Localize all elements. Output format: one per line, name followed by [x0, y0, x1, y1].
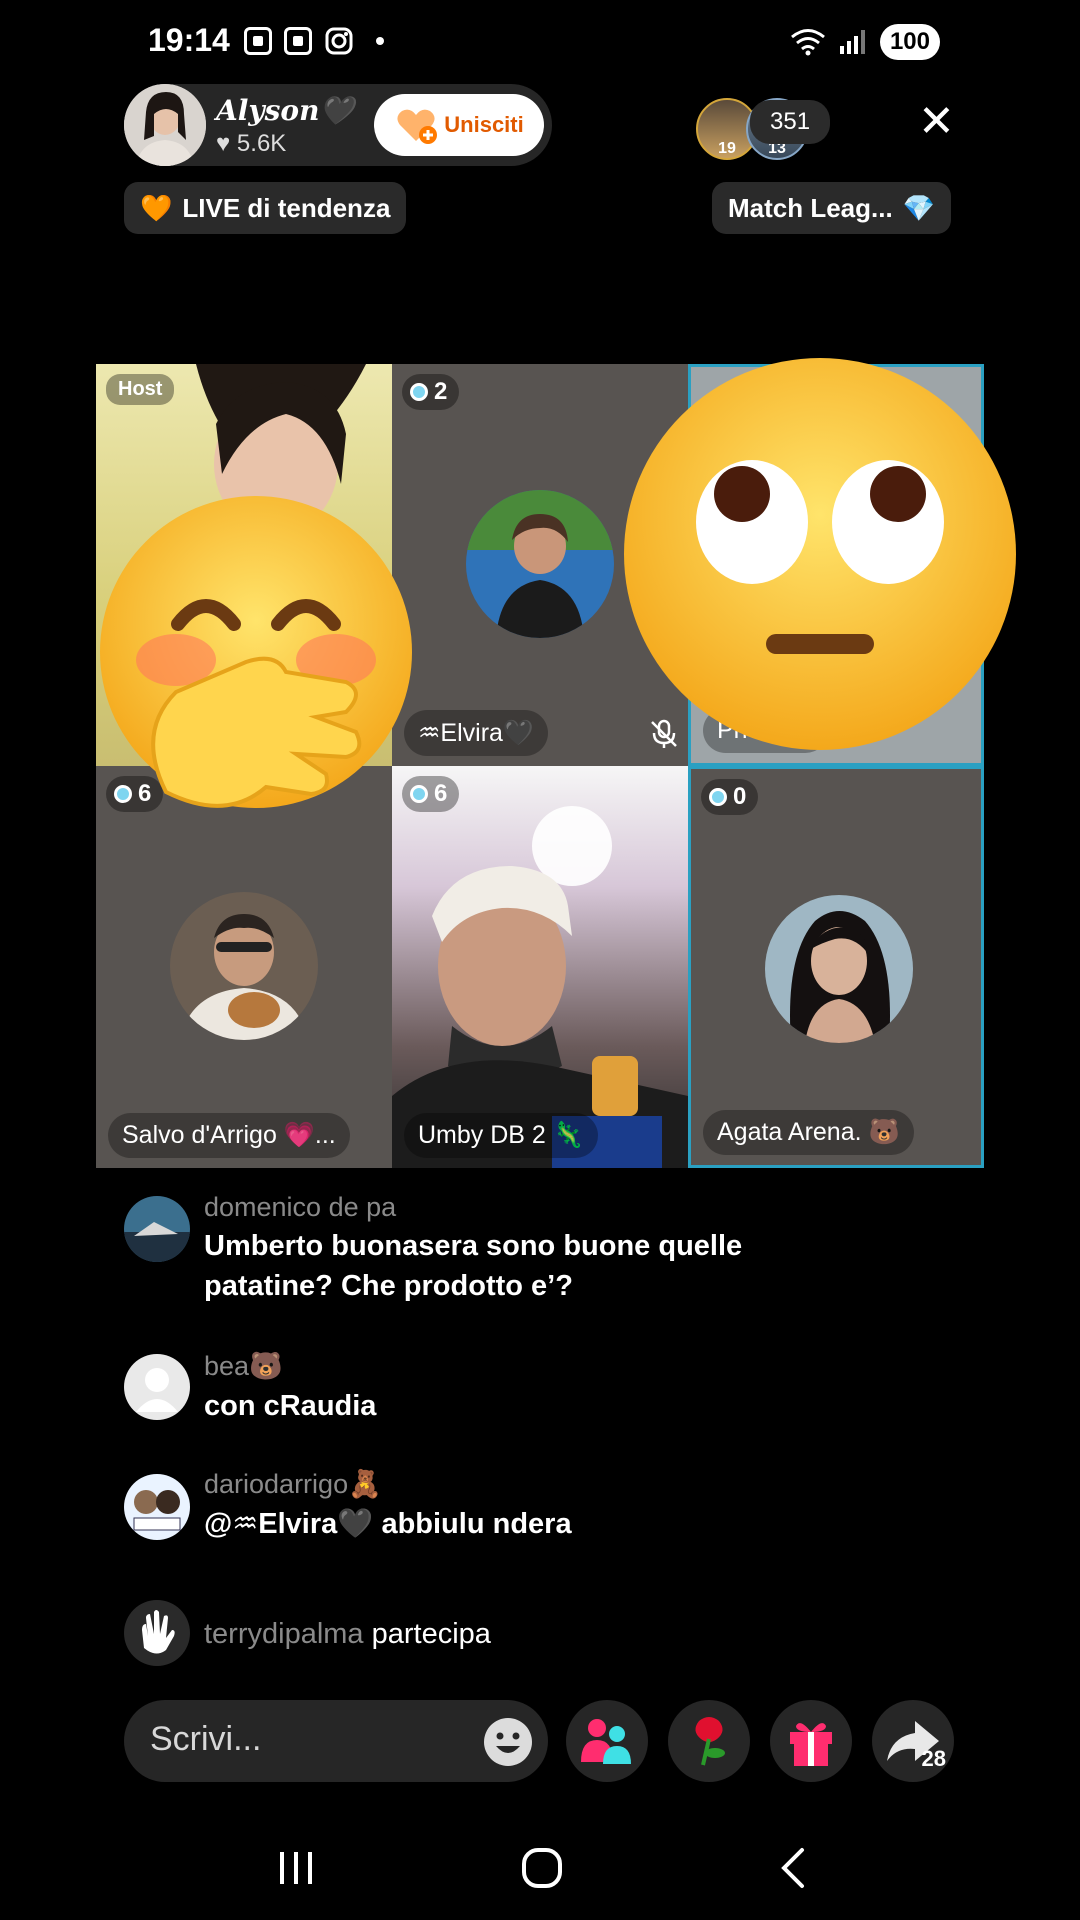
- host-avatar[interactable]: [124, 84, 206, 166]
- gift-icon: [790, 1723, 832, 1766]
- gift-button[interactable]: [770, 1700, 852, 1782]
- guest-name: Salvo d'Arrigo 💗...: [108, 1113, 350, 1158]
- join-text: terrydipalma partecipa: [204, 1614, 844, 1654]
- status-left-icons: [244, 26, 384, 56]
- orange-heart-icon: 🧡: [140, 192, 173, 223]
- join-username[interactable]: terrydipalma: [204, 1618, 364, 1650]
- chat-avatar[interactable]: [124, 1196, 190, 1262]
- rose-icon: [695, 1717, 725, 1766]
- join-button[interactable]: Unisciti: [374, 94, 544, 156]
- host-likes: ♥ 5.6K: [216, 130, 287, 157]
- close-icon[interactable]: ✕: [918, 100, 955, 144]
- chat-username[interactable]: dariodarrigo🧸: [204, 1468, 382, 1500]
- host-name: Alyson🖤: [216, 94, 355, 127]
- status-time: 19:14: [148, 22, 230, 58]
- heart-icon: ♥: [216, 130, 231, 157]
- back-icon[interactable]: [776, 1846, 810, 1890]
- guest-video-figure: [392, 806, 688, 1168]
- chat-username[interactable]: bea🐻: [204, 1350, 283, 1382]
- wifi-icon: [791, 29, 825, 56]
- guest-name: ♒Elvira🖤: [404, 710, 549, 756]
- guest-name: Umby DB 2 🦎: [404, 1113, 598, 1158]
- notification-dot: [376, 37, 384, 45]
- battery-indicator: 100: [879, 24, 940, 60]
- trending-label: LIVE di tendenza: [182, 192, 391, 223]
- comment-placeholder: Scrivi...: [150, 1720, 262, 1758]
- gem-icon: 💎: [902, 192, 936, 223]
- match-league-badge[interactable]: Match Leag... 💎: [712, 182, 952, 234]
- screen-record-icon: [284, 27, 312, 55]
- signal-icon: [839, 30, 865, 54]
- gem-icon: [410, 383, 428, 401]
- trending-live-badge[interactable]: 🧡 LIVE di tendenza: [124, 182, 407, 234]
- guest-avatar: [765, 895, 913, 1043]
- giggle-emoji-icon: [100, 496, 412, 808]
- rose-gift-button[interactable]: [668, 1700, 750, 1782]
- chat-text: Umberto buonasera sono buone quelle pata…: [204, 1230, 743, 1302]
- guest-name: Agata Arena. 🐻: [703, 1110, 914, 1155]
- join-action: partecipa: [371, 1618, 491, 1650]
- share-count: 28: [921, 1746, 946, 1771]
- status-right-icons: 100: [790, 24, 940, 60]
- host-badge: Host: [106, 374, 175, 405]
- guest-avatar: [170, 892, 318, 1040]
- guests-icon: [581, 1719, 631, 1764]
- share-button[interactable]: 28: [872, 1700, 954, 1782]
- recent-apps-icon[interactable]: [276, 1848, 316, 1888]
- home-icon[interactable]: [520, 1846, 564, 1890]
- guest-avatar: [466, 490, 614, 638]
- viewer-count[interactable]: 351: [750, 100, 831, 144]
- emoji-picker-icon[interactable]: [482, 1716, 534, 1768]
- chat-username[interactable]: domenico de pa: [204, 1192, 396, 1223]
- chat-avatar[interactable]: [124, 1354, 190, 1420]
- chat-text: @♒Elvira🖤 abbiulu ndera: [204, 1508, 572, 1540]
- guests-button[interactable]: [566, 1700, 648, 1782]
- guest-cell-agata[interactable]: 0 Agata Arena. 🐻: [688, 766, 984, 1168]
- guest-cell-umby[interactable]: 6 Umby DB 2 🦎: [392, 766, 688, 1168]
- instagram-icon: [325, 27, 353, 55]
- chat-text: con cRaudia: [204, 1390, 377, 1422]
- gem-icon: [709, 788, 727, 806]
- match-label: Match Leag...: [728, 192, 893, 223]
- eye-roll-emoji-icon: [624, 358, 1016, 750]
- viewer-badge-1: 19: [718, 140, 736, 157]
- score-badge: 0: [701, 779, 759, 815]
- join-hearts-icon: [397, 109, 438, 144]
- chat-avatar[interactable]: [124, 1474, 190, 1540]
- guest-cell-salvo[interactable]: 6 Salvo d'Arrigo 💗...: [96, 766, 392, 1168]
- score-badge: 2: [402, 374, 460, 410]
- screenshot-icon: [244, 27, 272, 55]
- wave-icon: [124, 1600, 190, 1666]
- join-label: Unisciti: [444, 112, 524, 137]
